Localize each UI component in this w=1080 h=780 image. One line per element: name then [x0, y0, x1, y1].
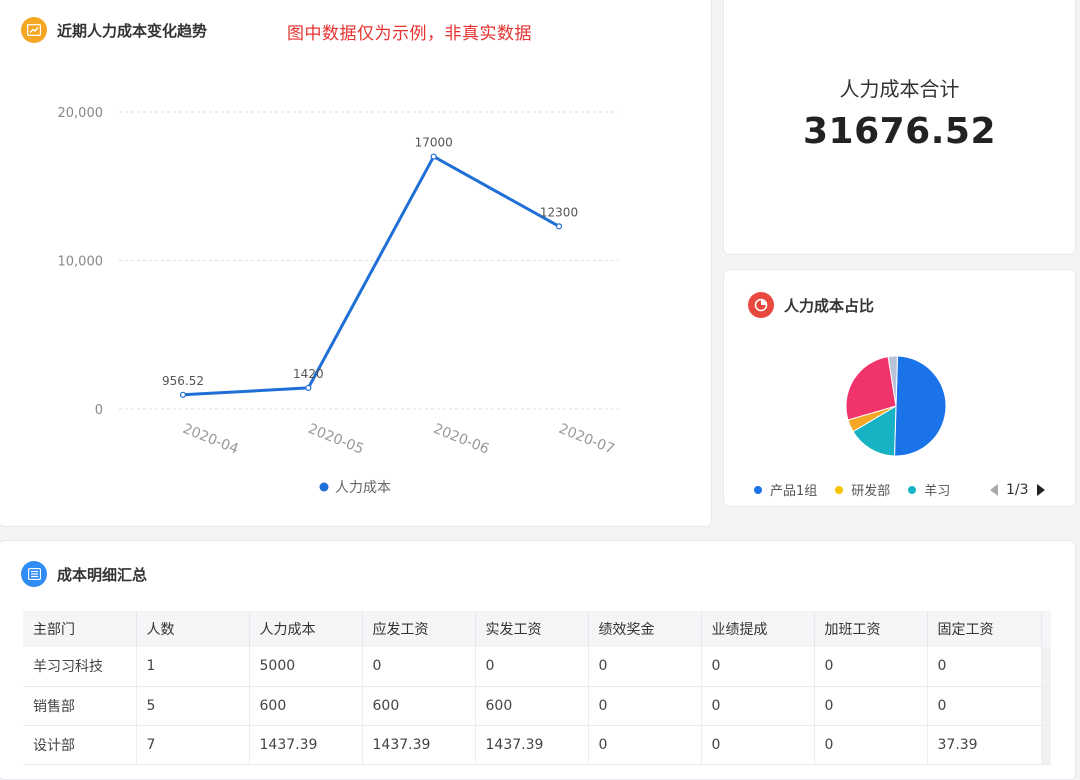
pie-title: 人力成本占比: [784, 296, 875, 315]
column-header[interactable]: 人力成本: [249, 611, 363, 647]
table-body: 羊习习科技 1 5000 0 0 0 0 0 0 销售部 5 600 600 600 0 0 0 0 设计部 7 143…: [23, 647, 1051, 765]
legend-label: 研发部: [851, 484, 891, 499]
detail-title: 成本明细汇总: [57, 565, 148, 584]
column-header[interactable]: 应发工资: [362, 611, 476, 647]
table-cell: 1437.39: [249, 725, 363, 765]
pie-slice[interactable]: [893, 355, 947, 457]
data-label: 12300: [540, 205, 578, 219]
row-scroll-gutter: [1041, 725, 1051, 765]
column-header[interactable]: 固定工资: [927, 611, 1042, 647]
pager-next-icon[interactable]: [1036, 483, 1045, 496]
column-header[interactable]: 绩效奖金: [588, 611, 702, 647]
legend-marker[interactable]: [319, 482, 329, 492]
table-cell: 0: [814, 647, 928, 687]
table-cell: 0: [588, 647, 702, 687]
legend-item-1[interactable]: 研发部: [835, 480, 890, 499]
legend-items: 产品1组 研发部 羊习: [754, 480, 984, 499]
table-cell: 0: [701, 647, 815, 687]
table-cell: 7: [136, 725, 250, 765]
pie-card: 人力成本占比 产品1组 研发部 羊习 1/3: [723, 269, 1076, 507]
table-cell: 0: [362, 647, 476, 687]
table-cell: 0: [701, 686, 815, 726]
table-cell: 设计部: [23, 725, 137, 765]
table-cell: 0: [588, 686, 702, 726]
table-cell: 0: [588, 725, 702, 765]
pie-header: 人力成本占比: [748, 292, 874, 318]
table-cell: 0: [927, 647, 1042, 687]
legend-item-0[interactable]: 产品1组: [754, 480, 817, 499]
legend-label: 产品1组: [770, 484, 818, 499]
header-scroll-gutter: [1041, 611, 1051, 647]
pager-prev-icon[interactable]: [990, 483, 998, 496]
data-point[interactable]: [555, 223, 563, 230]
table-cell: 0: [475, 647, 589, 687]
series-line[interactable]: [182, 155, 560, 397]
column-header[interactable]: 实发工资: [475, 611, 589, 647]
legend-pager: 1/3: [990, 482, 1045, 498]
x-tick-label: 2020-04: [180, 421, 240, 458]
column-header[interactable]: 业绩提成: [701, 611, 815, 647]
row-scroll-gutter: [1041, 686, 1051, 726]
table-cell: 1437.39: [475, 725, 589, 765]
trend-line-chart: 0 10,000 20,000 2020-04 2020-05 2020-06 2020-0…: [58, 106, 619, 496]
table-header-row: 主部门 人数 人力成本 应发工资 实发工资 绩效奖金 业绩提成 加班工资 固定工资: [23, 611, 1051, 647]
data-label: 1420: [293, 367, 324, 381]
table-cell: 37.39: [927, 725, 1042, 765]
data-point[interactable]: [179, 391, 187, 398]
table-cell: 0: [814, 725, 928, 765]
column-header[interactable]: 主部门: [23, 611, 137, 647]
detail-header: 成本明细汇总: [21, 561, 147, 587]
legend-dot: [835, 485, 844, 494]
table-cell: 600: [362, 686, 476, 726]
table-cell: 销售部: [23, 686, 137, 726]
total-label: 人力成本合计: [839, 77, 960, 101]
trend-card: 近期人力成本变化趋势 图中数据仅为示例，非真实数据 0 10,000 20,000 2…: [0, 0, 712, 527]
x-tick-label: 2020-07: [556, 421, 616, 458]
column-header[interactable]: 加班工资: [814, 611, 928, 647]
total-value: 31676.52: [802, 111, 997, 152]
pie-chart-icon: [748, 292, 774, 318]
table-row[interactable]: 设计部 7 1437.39 1437.39 1437.39 0 0 0 37.39: [23, 725, 1051, 765]
table-cell: 0: [701, 725, 815, 765]
cost-detail-table: 主部门 人数 人力成本 应发工资 实发工资 绩效奖金 业绩提成 加班工资 固定工资 羊习习科技 1…: [23, 611, 1051, 765]
pager-text: 1/3: [1006, 481, 1029, 498]
table-cell: 0: [927, 686, 1042, 726]
row-scroll-gutter: [1041, 647, 1051, 687]
cost-share-pie[interactable]: [842, 352, 950, 460]
total-card: 人力成本合计 31676.52: [723, 0, 1076, 255]
table-cell: 5000: [249, 647, 363, 687]
legend-dot: [754, 485, 762, 494]
legend-label: 羊习: [924, 484, 951, 499]
table-cell: 1437.39: [362, 725, 476, 765]
data-label: 17000: [415, 136, 453, 150]
legend-dot: [908, 485, 917, 494]
table-cell: 0: [814, 686, 928, 726]
pie-legend: 产品1组 研发部 羊习 1/3: [754, 480, 1045, 499]
detail-card: 成本明细汇总 主部门 人数 人力成本 应发工资 实发工资 绩效奖金 业绩提成 加班工资 固定工资…: [0, 540, 1076, 780]
column-header[interactable]: 人数: [136, 611, 250, 647]
table-cell: 羊习习科技: [23, 647, 137, 687]
data-label: 956.52: [162, 374, 204, 388]
table-cell: 1: [136, 647, 250, 687]
table-cell: 600: [249, 686, 363, 726]
legend-label[interactable]: 人力成本: [335, 480, 391, 496]
legend-item-2[interactable]: 羊习: [908, 480, 950, 499]
y-tick-label: 0: [95, 403, 103, 418]
x-tick-label: 2020-05: [306, 421, 366, 458]
data-point[interactable]: [430, 153, 437, 160]
x-tick-label: 2020-06: [431, 421, 491, 458]
table-cell: 5: [136, 686, 250, 726]
y-tick-label: 20,000: [58, 106, 104, 121]
table-row[interactable]: 羊习习科技 1 5000 0 0 0 0 0 0: [23, 647, 1051, 687]
y-tick-label: 10,000: [58, 255, 104, 270]
table-row[interactable]: 销售部 5 600 600 600 0 0 0 0: [23, 686, 1051, 726]
list-icon: [21, 561, 47, 587]
table-cell: 600: [475, 686, 589, 726]
data-point[interactable]: [305, 384, 312, 392]
